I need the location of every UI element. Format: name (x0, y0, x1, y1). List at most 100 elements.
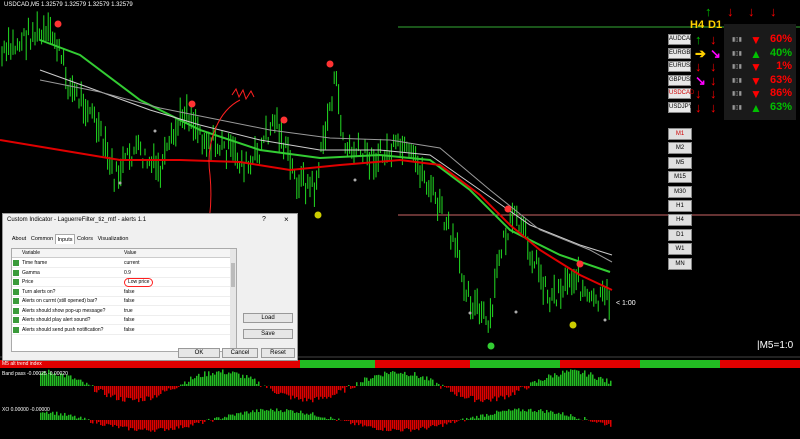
tab-colors[interactable]: Colors (76, 234, 94, 244)
band-pass-bar (260, 386, 262, 387)
band-pass-bar (532, 381, 534, 386)
symbol-button-eurgbp[interactable]: EURGBP (668, 47, 694, 59)
ok-button[interactable]: OK (178, 348, 220, 358)
tab-common[interactable]: Common (30, 234, 54, 244)
xo-bar (168, 420, 170, 431)
timeframe-button-mn[interactable]: MN (668, 257, 692, 270)
fractal-marker-icon (569, 321, 577, 329)
band-pass-bar (498, 386, 500, 398)
band-pass-bar (548, 374, 550, 386)
timeframe-button-m30[interactable]: M30 (668, 185, 692, 198)
reset-button[interactable]: Reset (261, 348, 295, 358)
band-pass-bar (384, 371, 386, 386)
band-pass-bar (240, 377, 242, 386)
band-pass-bar (336, 386, 338, 394)
xo-bar (318, 416, 320, 420)
symbol-button-audcad[interactable]: AUDCAD (668, 34, 694, 45)
band-pass-bar (248, 377, 250, 386)
strength-value: 63% (769, 73, 792, 86)
inputs-table[interactable]: Variable Value Time frame current Gamma 0.9… (11, 248, 237, 352)
xo-bar (118, 420, 120, 429)
tab-visualization[interactable]: Visualization (95, 234, 131, 244)
xo-bar (392, 420, 394, 429)
symbol-button-usdjpy[interactable]: USDJPY (668, 101, 693, 113)
param-row[interactable]: Price Low price (12, 278, 236, 287)
timeframe-button-m5[interactable]: M5 (668, 156, 692, 169)
timeframe-button-h4[interactable]: H4 (668, 214, 692, 227)
band-pass-bar (214, 374, 216, 386)
band-pass-bar (492, 386, 494, 399)
xo-bar (82, 419, 84, 420)
xo-bar (380, 420, 382, 431)
band-pass-bar (546, 377, 548, 386)
band-pass-bar (246, 375, 248, 386)
xo-bar (152, 420, 154, 431)
close-button[interactable]: × (284, 215, 289, 224)
band-pass-bar (416, 375, 418, 386)
xo-bar (216, 417, 218, 420)
xo-bar (466, 417, 468, 420)
band-pass-bar (352, 386, 354, 389)
timeframe-button-w1[interactable]: W1 (668, 243, 692, 256)
band-pass-bar (446, 386, 448, 388)
param-row[interactable]: Alerts on currnt (still opened) bar? fals… (12, 297, 236, 306)
param-name: Gamma (22, 269, 40, 276)
load-button[interactable]: Load (243, 313, 293, 323)
timeframe-button-m15[interactable]: M15 (668, 171, 692, 184)
param-row[interactable]: Alerts should send push notification? fal… (12, 326, 236, 335)
band-pass-bar (124, 386, 126, 402)
param-value[interactable]: false (124, 316, 135, 325)
xo-bar (510, 410, 512, 420)
symbol-button-gbpusd[interactable]: GBPUSD (668, 74, 694, 86)
timeframe-button-h1[interactable]: H1 (668, 200, 692, 212)
param-value[interactable]: Low price (124, 278, 154, 287)
xo-bar (362, 420, 364, 427)
band-pass-bar (398, 373, 400, 386)
xo-bar (268, 410, 270, 420)
save-button[interactable]: Save (243, 329, 293, 339)
xo-bar (492, 414, 494, 420)
param-row[interactable]: Alerts should show pop-up message? true (12, 307, 236, 316)
xo-bar (124, 420, 126, 427)
band-pass-bar (136, 386, 138, 399)
xo-bar (148, 420, 150, 431)
xo-bar (284, 411, 286, 420)
tab-about[interactable]: About (9, 234, 29, 244)
param-value[interactable]: false (124, 326, 135, 335)
band-pass-bar (368, 380, 370, 386)
xo-bar (496, 410, 498, 420)
band-pass-bar (512, 386, 514, 393)
diag-down-arrow-icon: ↘ (710, 45, 721, 61)
band-pass-bar (294, 386, 296, 399)
xo-bar (106, 420, 108, 424)
symbol-button-usdcad[interactable]: USDCAD (668, 88, 694, 99)
cancel-button[interactable]: Cancel (222, 348, 258, 358)
param-value[interactable]: current (124, 259, 140, 268)
band-pass-bar (338, 386, 340, 390)
param-value[interactable]: 0.9 (124, 269, 131, 278)
param-value[interactable]: false (124, 288, 135, 297)
help-button[interactable]: ? (262, 216, 266, 223)
scrollbar-thumb[interactable] (231, 263, 235, 287)
param-value[interactable]: true (124, 307, 133, 316)
band-pass-bar (420, 377, 422, 386)
timeframe-button-d1[interactable]: D1 (668, 228, 692, 241)
strength-value: 40% (769, 46, 792, 59)
timeframe-button-m2[interactable]: M2 (668, 142, 692, 155)
timeframe-button-m1[interactable]: M1 (668, 128, 692, 140)
xo-bar (524, 410, 526, 420)
table-scrollbar[interactable] (230, 249, 236, 351)
trend-block (300, 360, 375, 368)
symbol-button-eurusd[interactable]: EURUSD (668, 61, 694, 72)
xo-bar (274, 411, 276, 420)
tab-inputs[interactable]: Inputs (55, 234, 75, 244)
xo-bar (404, 420, 406, 429)
band-pass-bar (378, 374, 380, 386)
param-value[interactable]: false (124, 297, 135, 306)
xo-bar (304, 414, 306, 420)
param-row[interactable]: Time frame current (12, 259, 236, 268)
param-row[interactable]: Turn alerts on? false (12, 288, 236, 297)
xo-bar (526, 411, 528, 420)
param-row[interactable]: Gamma 0.9 (12, 269, 236, 278)
param-row[interactable]: Alerts should play alert sound? false (12, 316, 236, 325)
